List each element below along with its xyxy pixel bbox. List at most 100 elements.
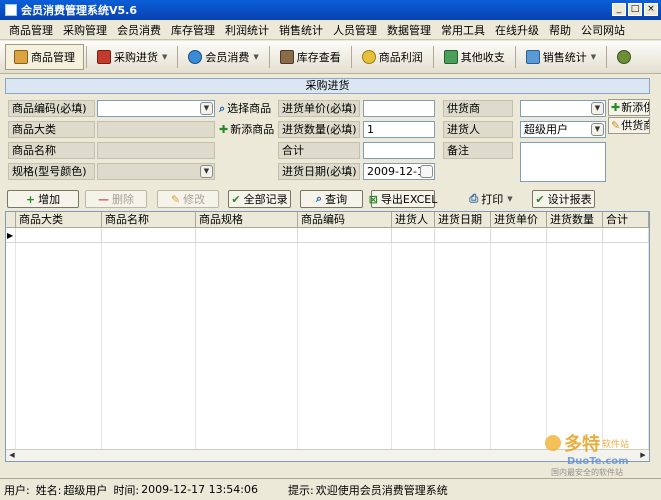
menu-item-purchase[interactable]: 采购管理 bbox=[58, 22, 112, 38]
truck-icon bbox=[97, 50, 111, 64]
column-header[interactable]: 商品编码 bbox=[298, 212, 392, 228]
printer-icon: ⎙ bbox=[469, 192, 479, 205]
toolbar-more-button[interactable] bbox=[609, 44, 642, 70]
magnifier-icon: ⌕ bbox=[315, 192, 323, 205]
new-product-button[interactable]: ✚ 新添商品 bbox=[219, 121, 274, 139]
check-icon: ✔ bbox=[231, 192, 241, 206]
excel-icon: ⊠ bbox=[368, 192, 378, 206]
design-report-button[interactable]: ✔ 设计报表 bbox=[532, 190, 595, 208]
users-icon bbox=[617, 50, 632, 64]
status-name-value: 超级用户 bbox=[63, 483, 108, 497]
purchase-form: 商品编码(必填) ▼ 商品大类 商品名称 规格(型号颜色) ▼ ⌕ 选择商品 ✚… bbox=[5, 95, 650, 187]
maximize-button[interactable]: □ bbox=[628, 3, 642, 16]
select-product-button[interactable]: ⌕ 选择商品 bbox=[219, 100, 271, 118]
plus-icon: ✚ bbox=[611, 101, 621, 114]
grid-body bbox=[6, 243, 649, 449]
column-header[interactable]: 进货日期 bbox=[435, 212, 491, 228]
toolbar-other-button[interactable]: 其他收支 bbox=[436, 44, 513, 70]
menu-item-help[interactable]: 帮助 bbox=[544, 22, 576, 38]
exchange-icon bbox=[443, 50, 458, 64]
qty-label: 进货数量(必填) bbox=[278, 121, 360, 138]
menu-item-data[interactable]: 数据管理 bbox=[382, 22, 436, 38]
toolbar-inventory-button[interactable]: 库存查看 bbox=[272, 44, 349, 70]
column-header[interactable]: 合计 bbox=[603, 212, 649, 228]
add-button[interactable]: + 增加 bbox=[7, 190, 79, 208]
spec-select[interactable]: ▼ bbox=[97, 163, 215, 180]
panel-title: 采购进货 bbox=[5, 78, 650, 94]
plus-icon: + bbox=[25, 192, 36, 206]
toolbar-member-button[interactable]: 会员消费 ▼ bbox=[180, 44, 266, 70]
code-input[interactable]: ▼ bbox=[97, 100, 215, 117]
delete-button[interactable]: — 删除 bbox=[85, 190, 147, 208]
column-header[interactable]: 商品规格 bbox=[196, 212, 298, 228]
menu-item-sales[interactable]: 销售统计 bbox=[274, 22, 328, 38]
name-field bbox=[97, 142, 215, 159]
box-icon bbox=[14, 50, 28, 64]
total-input[interactable] bbox=[363, 142, 435, 159]
query-button[interactable]: ⌕ 查询 bbox=[300, 190, 363, 208]
buyer-label: 进货人 bbox=[443, 121, 513, 138]
price-label: 进货单价(必填) bbox=[278, 100, 360, 117]
minimize-button[interactable]: _ bbox=[612, 3, 626, 16]
qty-input[interactable]: 1 bbox=[363, 121, 435, 138]
action-bar: + 增加 — 删除 ✎ 修改 ✔ 全部记录 ⌕ 查询 ⊠ 导出EXCEL ⎙ 打… bbox=[5, 189, 650, 210]
column-header[interactable]: 商品名称 bbox=[102, 212, 196, 228]
chevron-down-icon: ▼ bbox=[253, 53, 259, 61]
pencil-icon: ✎ bbox=[170, 192, 181, 206]
pencil-icon: ✎ bbox=[611, 119, 621, 132]
grid-corner bbox=[6, 212, 16, 228]
title-bar: 会员消费管理系统V5.6 _ □ × bbox=[0, 0, 661, 20]
coins-icon bbox=[361, 50, 376, 64]
status-time-label: 时间: bbox=[113, 483, 140, 497]
window-title: 会员消费管理系统V5.6 bbox=[21, 4, 137, 17]
all-records-button[interactable]: ✔ 全部记录 bbox=[228, 190, 291, 208]
category-label: 商品大类 bbox=[8, 121, 95, 138]
column-header[interactable]: 进货数量 bbox=[547, 212, 603, 228]
spec-label: 规格(型号颜色) bbox=[8, 163, 95, 180]
print-button[interactable]: ⎙ 打印 ▼ bbox=[458, 190, 524, 208]
export-excel-button[interactable]: ⊠ 导出EXCEL bbox=[368, 190, 437, 208]
calendar-icon[interactable] bbox=[420, 165, 433, 178]
column-header[interactable]: 进货人 bbox=[392, 212, 435, 228]
purchase-grid[interactable]: 商品大类 商品名称 商品规格 商品编码 进货人 进货日期 进货单价 进货数量 合… bbox=[5, 211, 650, 462]
row-marker-icon: ▶ bbox=[6, 228, 16, 243]
supplier-edit-button[interactable]: ✎ 供货商 bbox=[608, 117, 650, 134]
plus-icon: ✚ bbox=[219, 123, 229, 136]
status-tip-value: 欢迎使用会员消费管理系统 bbox=[315, 483, 448, 497]
close-button[interactable]: × bbox=[644, 3, 658, 16]
site-logo: 多特 软件站 DuoTe.com 国内最安全的软件站 bbox=[545, 430, 655, 477]
minus-icon: — bbox=[98, 192, 109, 206]
menu-item-inventory[interactable]: 库存管理 bbox=[166, 22, 220, 38]
status-user-label: 用户: bbox=[4, 483, 30, 497]
menu-item-website[interactable]: 公司网站 bbox=[576, 22, 630, 38]
menu-item-upgrade[interactable]: 在线升级 bbox=[490, 22, 544, 38]
price-input[interactable] bbox=[363, 100, 435, 117]
chevron-down-icon[interactable]: ▼ bbox=[200, 165, 213, 178]
chevron-down-icon[interactable]: ▼ bbox=[591, 102, 604, 115]
toolbar-product-button[interactable]: 商品管理 bbox=[5, 44, 84, 70]
buyer-select[interactable]: 超级用户 ▼ bbox=[520, 121, 606, 138]
date-input[interactable]: 2009-12-17 bbox=[363, 163, 435, 180]
chevron-down-icon: ▼ bbox=[162, 53, 168, 61]
table-row[interactable]: ▶ bbox=[6, 228, 649, 243]
toolbar-profit-button[interactable]: 商品利润 bbox=[354, 44, 431, 70]
column-header[interactable]: 商品大类 bbox=[16, 212, 102, 228]
category-field bbox=[97, 121, 215, 138]
new-supplier-button[interactable]: ✚ 新添供 bbox=[608, 99, 650, 116]
menu-item-profit[interactable]: 利润统计 bbox=[220, 22, 274, 38]
toolbar-sales-button[interactable]: 销售统计 ▼ bbox=[518, 44, 604, 70]
edit-button[interactable]: ✎ 修改 bbox=[157, 190, 219, 208]
magnifier-icon: ⌕ bbox=[219, 102, 226, 115]
menu-item-member[interactable]: 会员消费 bbox=[112, 22, 166, 38]
scroll-left-icon[interactable]: ◀ bbox=[7, 451, 17, 460]
menu-item-staff[interactable]: 人员管理 bbox=[328, 22, 382, 38]
supplier-select[interactable]: ▼ bbox=[520, 100, 606, 117]
chevron-down-icon: ▼ bbox=[507, 195, 513, 203]
remark-textarea[interactable] bbox=[520, 142, 606, 182]
toolbar-purchase-button[interactable]: 采购进货 ▼ bbox=[89, 44, 175, 70]
column-header[interactable]: 进货单价 bbox=[491, 212, 547, 228]
chevron-down-icon[interactable]: ▼ bbox=[591, 123, 604, 136]
menu-item-tools[interactable]: 常用工具 bbox=[436, 22, 490, 38]
chevron-down-icon[interactable]: ▼ bbox=[200, 102, 213, 115]
menu-item-product[interactable]: 商品管理 bbox=[4, 22, 58, 38]
